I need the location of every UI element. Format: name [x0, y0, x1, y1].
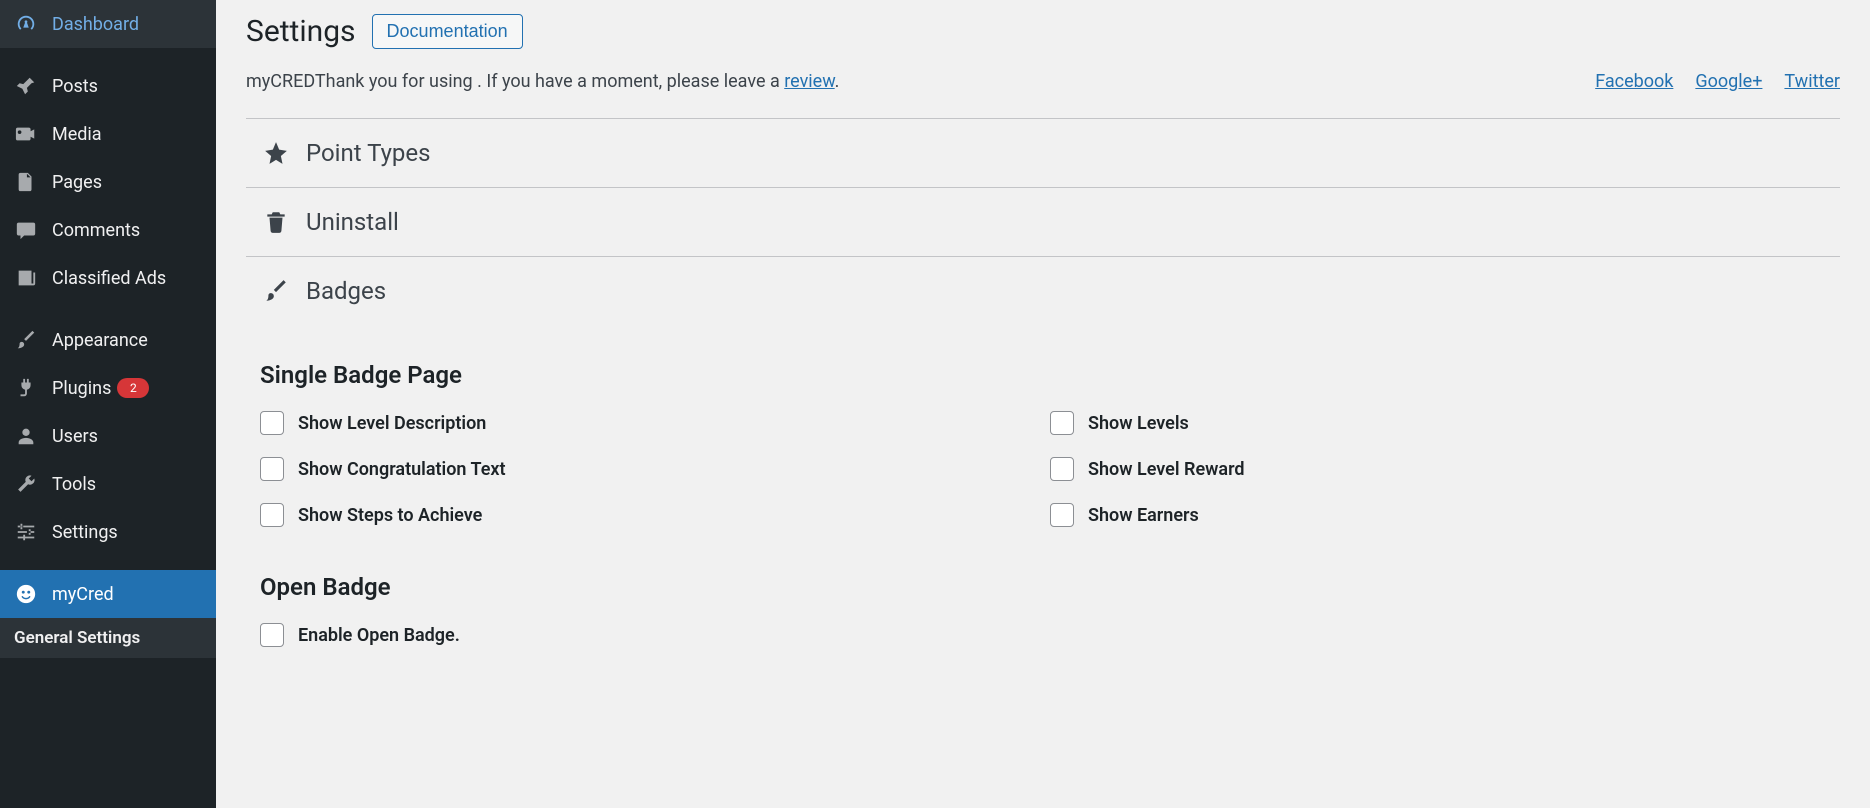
sidebar-item-label: Users	[52, 426, 98, 447]
sidebar-item-label: Classified Ads	[52, 268, 166, 289]
sidebar-item-label: Pages	[52, 172, 102, 193]
notice-text-before: myCREDThank you for using . If you have …	[246, 71, 784, 92]
star-icon	[246, 140, 306, 166]
sidebar-item-label: Tools	[52, 474, 96, 495]
accordion-title: Point Types	[306, 139, 431, 167]
checkbox-label: Show Congratulation Text	[298, 459, 506, 480]
page-icon	[12, 168, 40, 196]
sidebar-item-label: Plugins	[52, 378, 111, 399]
badge-icon	[246, 278, 306, 304]
sidebar-item-plugins[interactable]: Plugins 2	[0, 364, 216, 412]
checkbox-show-level-reward[interactable]	[1050, 457, 1074, 481]
accordion-badges[interactable]: Badges	[246, 257, 1840, 325]
sidebar-item-settings[interactable]: Settings	[0, 508, 216, 556]
checkbox-enable-open-badge[interactable]	[260, 623, 284, 647]
checkbox-show-congratulation[interactable]	[260, 457, 284, 481]
sidebar-item-label: Settings	[52, 522, 118, 543]
checkbox-label: Show Levels	[1088, 413, 1189, 434]
google-plus-link[interactable]: Google+	[1695, 71, 1762, 92]
checkbox-label: Enable Open Badge.	[298, 625, 460, 646]
checkbox-show-steps[interactable]	[260, 503, 284, 527]
update-count-badge: 2	[117, 378, 149, 398]
checkbox-label: Show Steps to Achieve	[298, 505, 482, 526]
sidebar-item-label: Comments	[52, 220, 140, 241]
accordion-uninstall[interactable]: Uninstall	[246, 188, 1840, 257]
sidebar-submenu: General Settings	[0, 618, 216, 658]
social-links: Facebook Google+ Twitter	[1595, 71, 1840, 92]
sidebar-item-label: Posts	[52, 76, 98, 97]
trash-icon	[246, 209, 306, 235]
sidebar-item-label: Media	[52, 124, 102, 145]
open-badge-heading: Open Badge	[260, 573, 1840, 601]
checkbox-label: Show Level Description	[298, 413, 486, 434]
accordion-point-types[interactable]: Point Types	[246, 119, 1840, 188]
single-badge-page-heading: Single Badge Page	[260, 361, 1840, 389]
sidebar-item-classified-ads[interactable]: Classified Ads	[0, 254, 216, 302]
checkbox-show-level-description[interactable]	[260, 411, 284, 435]
review-link[interactable]: review	[784, 71, 834, 92]
notice-text-after: .	[835, 71, 840, 92]
sidebar-item-mycred[interactable]: myCred	[0, 570, 216, 618]
user-icon	[12, 422, 40, 450]
facebook-link[interactable]: Facebook	[1595, 71, 1673, 92]
checkbox-label: Show Earners	[1088, 505, 1199, 526]
accordion-title: Badges	[306, 277, 386, 305]
media-icon	[12, 120, 40, 148]
news-icon	[12, 264, 40, 292]
sidebar-item-dashboard[interactable]: Dashboard	[0, 0, 216, 48]
sidebar-item-label: Appearance	[52, 330, 148, 351]
brush-icon	[12, 326, 40, 354]
face-icon	[12, 580, 40, 608]
pin-icon	[12, 72, 40, 100]
gauge-icon	[12, 10, 40, 38]
plug-icon	[12, 374, 40, 402]
sidebar-item-label: Dashboard	[52, 14, 139, 35]
sidebar-item-comments[interactable]: Comments	[0, 206, 216, 254]
documentation-button[interactable]: Documentation	[372, 14, 523, 49]
sidebar-item-label: myCred	[52, 584, 114, 605]
comment-icon	[12, 216, 40, 244]
page-title: Settings	[246, 14, 356, 49]
checkbox-label: Show Level Reward	[1088, 459, 1245, 480]
sidebar-item-pages[interactable]: Pages	[0, 158, 216, 206]
settings-accordion: Point Types Uninstall Badges	[246, 118, 1840, 325]
sidebar-item-appearance[interactable]: Appearance	[0, 316, 216, 364]
sidebar-item-media[interactable]: Media	[0, 110, 216, 158]
thank-you-notice: myCREDThank you for using . If you have …	[246, 71, 839, 92]
checkbox-show-earners[interactable]	[1050, 503, 1074, 527]
accordion-title: Uninstall	[306, 208, 399, 236]
sidebar-item-posts[interactable]: Posts	[0, 62, 216, 110]
checkbox-show-levels[interactable]	[1050, 411, 1074, 435]
badges-settings-panel: Single Badge Page Show Level Description…	[246, 325, 1840, 647]
admin-sidebar: Dashboard Posts Media Pages Comments Cla…	[0, 0, 216, 808]
main-content: Settings Documentation myCREDThank you f…	[216, 0, 1870, 808]
submenu-general-settings[interactable]: General Settings	[0, 618, 216, 658]
sidebar-item-tools[interactable]: Tools	[0, 460, 216, 508]
sidebar-item-users[interactable]: Users	[0, 412, 216, 460]
sliders-icon	[12, 518, 40, 546]
twitter-link[interactable]: Twitter	[1784, 71, 1840, 92]
wrench-icon	[12, 470, 40, 498]
